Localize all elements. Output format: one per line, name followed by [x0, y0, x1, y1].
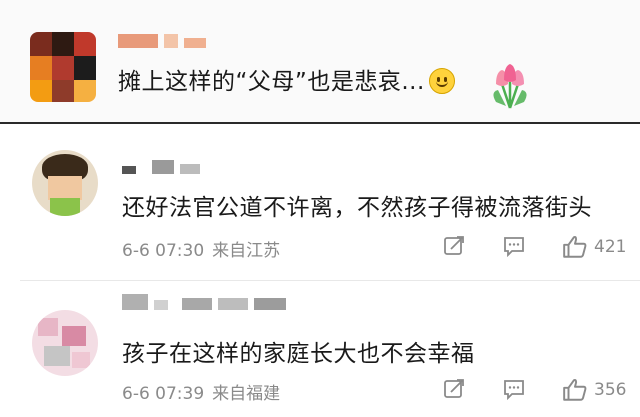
like-button[interactable]: 356: [562, 377, 626, 403]
share-icon: [444, 236, 464, 255]
username-blurred[interactable]: [122, 294, 286, 310]
comment-panel-bottom: 还好法官公道不许离，不然孩子得被流落街头 6-6 07:30 来自江苏 421: [0, 124, 640, 417]
comment-meta: 6-6 07:39 来自福建: [122, 379, 280, 404]
like-icon: [563, 379, 587, 401]
comment-date: 6-6 07:30: [122, 241, 205, 261]
avatar[interactable]: [32, 310, 98, 376]
comment-source: 来自福建: [212, 384, 281, 404]
comment-text: 孩子在这样的家庭长大也不会幸福: [122, 341, 475, 367]
comment-text: 还好法官公道不许离，不然孩子得被流落街头: [122, 195, 592, 221]
comment-text: 摊上这样的“父母”也是悲哀...: [118, 62, 455, 96]
smile-emoji-icon: [428, 68, 455, 94]
like-button[interactable]: 421: [562, 234, 626, 260]
comment-meta: 6-6 07:30 来自江苏: [122, 236, 280, 261]
like-icon: [563, 236, 587, 258]
like-count: 421: [594, 237, 627, 257]
like-count: 356: [594, 380, 627, 400]
separator: [20, 280, 640, 281]
avatar[interactable]: [30, 32, 96, 102]
tulip-bouquet-icon: [493, 64, 527, 109]
share-button[interactable]: [442, 377, 466, 401]
comment-source: 来自江苏: [212, 241, 281, 261]
avatar[interactable]: [32, 150, 98, 216]
share-button[interactable]: [442, 234, 466, 258]
username-blurred[interactable]: [118, 34, 206, 48]
comment-panel-top: 摊上这样的“父母”也是悲哀...: [0, 0, 640, 124]
comment-button[interactable]: [502, 234, 526, 258]
comment-icon: [504, 237, 524, 258]
share-icon: [444, 379, 464, 398]
comment-icon: [504, 380, 524, 401]
comment-date: 6-6 07:39: [122, 384, 205, 404]
comment-button[interactable]: [502, 377, 526, 401]
username-blurred[interactable]: [122, 160, 200, 174]
